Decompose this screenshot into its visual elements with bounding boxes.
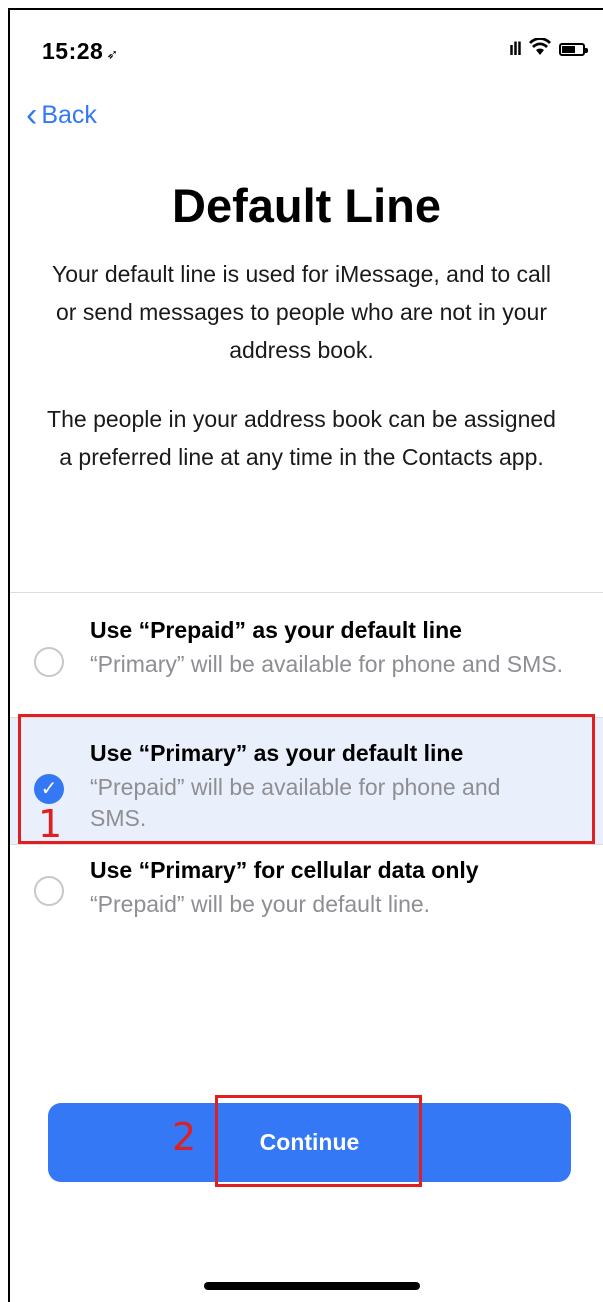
line-options-list: Use “Prepaid” as your default line “Prim… [10,592,603,934]
option-primary-data-only[interactable]: Use “Primary” for cellular data only “Pr… [10,844,603,934]
annotation-step1: 1 [38,802,63,846]
option-prepaid-default[interactable]: Use “Prepaid” as your default line “Prim… [10,592,603,717]
continue-button[interactable]: Continue [48,1103,571,1182]
battery-icon [559,42,588,56]
status-icons: ıll [508,37,588,60]
chevron-left-icon: ‹ [26,96,38,134]
description-primary: Your default line is used for iMessage, … [51,261,552,363]
status-bar: 15:28 ➶ ıll [10,10,603,90]
cellular-signal-icon: ıll [508,38,522,59]
description-contacts: The people in your address book can be a… [47,406,556,470]
status-time: 15:28 ➶ [42,38,119,64]
option-title: Use “Primary” for cellular data only [90,857,479,883]
option-title: Use “Prepaid” as your default line [90,617,462,643]
option-subtitle: “Primary” will be available for phone an… [90,651,563,677]
location-arrow-icon: ➶ [106,46,119,62]
wifi-icon [529,37,551,60]
back-label: Back [41,100,97,129]
option-primary-default[interactable]: ✓ Use “Primary” as your default line “Pr… [10,717,603,844]
radio-unselected-icon[interactable] [34,876,64,906]
home-indicator[interactable] [204,1282,420,1290]
annotation-step2: 2 [172,1115,197,1159]
option-subtitle: “Prepaid” will be available for phone an… [90,774,501,831]
checkmark-icon[interactable]: ✓ [34,774,64,804]
page-title: Default Line [172,179,441,232]
radio-unselected-icon[interactable] [34,647,64,677]
phone-frame: 15:28 ➶ ıll ‹ Back Default Line Your defa… [8,8,603,1302]
option-subtitle: “Prepaid” will be your default line. [90,891,431,917]
continue-label: Continue [259,1129,360,1155]
option-title: Use “Primary” as your default line [90,740,464,766]
back-button[interactable]: ‹ Back [26,96,97,134]
